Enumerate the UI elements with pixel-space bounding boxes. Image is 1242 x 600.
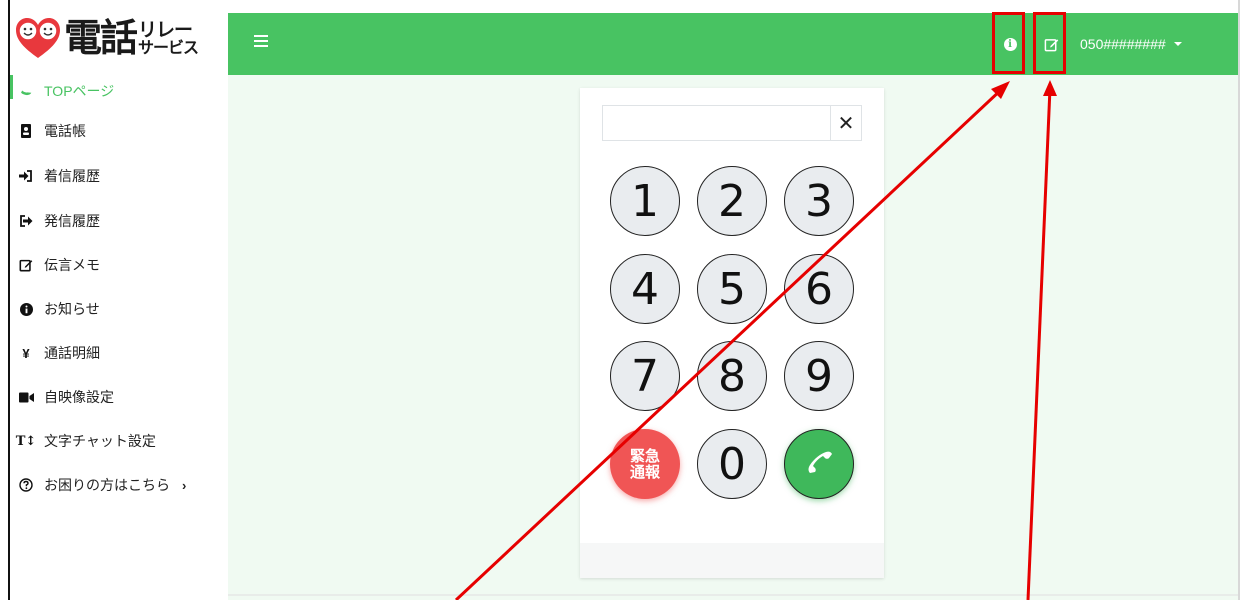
scrollbar-track xyxy=(1238,0,1240,600)
chevron-right-icon: › xyxy=(182,477,187,493)
caret-down-icon xyxy=(1173,42,1182,46)
dial-key-1[interactable]: 1 xyxy=(610,166,680,236)
dial-key-8[interactable]: 8 xyxy=(697,341,767,411)
sidebar-item-label: お困りの方はこちら xyxy=(44,477,170,493)
dialer-panel: ✕ 1 2 3 4 5 6 7 8 9 緊急 通報 0 xyxy=(580,88,884,578)
emergency-label-line2: 通報 xyxy=(629,463,660,481)
emergency-label-line1: 緊急 xyxy=(629,446,660,465)
logo-text-sub-line2: サービス xyxy=(138,37,199,57)
sidebar-item-top[interactable]: TOPページ xyxy=(10,71,228,111)
sidebar-item-label: 着信履歴 xyxy=(44,168,100,184)
logo-text-sub-line1: リレー xyxy=(138,18,193,41)
emergency-label: 緊急 通報 xyxy=(629,446,660,481)
dial-key-2[interactable]: 2 xyxy=(697,166,767,236)
phone-icon xyxy=(18,84,34,98)
logo-text-main: 電話 xyxy=(64,16,138,60)
sidebar-item-label: 発信履歴 xyxy=(44,213,100,229)
sidebar-item-label: 電話帳 xyxy=(44,123,86,139)
sidebar-item-help[interactable]: お困りの方はこちら › xyxy=(10,465,228,505)
main-bottom-border xyxy=(228,594,1238,596)
dial-key-6[interactable]: 6 xyxy=(784,254,854,324)
yen-icon: ¥ xyxy=(22,345,30,361)
sidebar-item-incoming-history[interactable]: 着信履歴 xyxy=(10,156,228,196)
dial-key-7[interactable]: 7 xyxy=(610,341,680,411)
sidebar: TOPページ 電話帳 着信履歴 発信履歴 伝言メモ お知らせ ¥ 通話明細 自映… xyxy=(10,75,228,600)
heart-logo-icon xyxy=(16,18,60,58)
clear-button[interactable]: ✕ xyxy=(830,105,862,141)
account-dropdown[interactable]: 050######## xyxy=(1080,13,1182,75)
sidebar-item-text-chat-settings[interactable]: T↕ 文字チャット設定 xyxy=(10,421,228,461)
phone-number-input[interactable] xyxy=(602,105,830,141)
sidebar-item-label: TOPページ xyxy=(44,83,115,99)
sidebar-item-outgoing-history[interactable]: 発信履歴 xyxy=(10,201,228,241)
sidebar-item-label: 通話明細 xyxy=(44,345,100,361)
hamburger-menu-icon[interactable] xyxy=(254,35,268,49)
question-circle-icon xyxy=(18,478,34,492)
edit-icon xyxy=(18,258,34,272)
address-book-icon xyxy=(18,124,34,138)
call-button[interactable] xyxy=(784,429,854,499)
dial-key-0[interactable]: 0 xyxy=(697,429,767,499)
info-icon xyxy=(18,302,34,316)
phone-icon xyxy=(808,451,832,473)
logo-text-sub: リレー サービス xyxy=(138,18,199,57)
text-height-icon: T↕ xyxy=(15,433,37,449)
top-header: i 050######## xyxy=(228,13,1238,75)
dial-key-4[interactable]: 4 xyxy=(610,254,680,324)
dial-key-5[interactable]: 5 xyxy=(697,254,767,324)
sign-in-icon xyxy=(18,170,34,182)
close-icon: ✕ xyxy=(837,111,855,135)
emergency-call-button[interactable]: 緊急 通報 xyxy=(610,429,680,499)
sidebar-item-label: 自映像設定 xyxy=(44,389,114,405)
dial-key-3[interactable]: 3 xyxy=(784,166,854,236)
annotation-box-info xyxy=(992,12,1025,74)
account-number: 050######## xyxy=(1080,36,1166,52)
sidebar-item-label: お知らせ xyxy=(44,301,100,317)
sidebar-item-label: 文字チャット設定 xyxy=(44,433,156,449)
panel-footer xyxy=(580,543,884,578)
active-indicator xyxy=(10,75,13,99)
app-logo[interactable]: 電話 リレー サービス xyxy=(14,10,224,66)
sidebar-item-video-settings[interactable]: 自映像設定 xyxy=(10,377,228,417)
sidebar-item-voice-memo[interactable]: 伝言メモ xyxy=(10,245,228,285)
sidebar-item-news[interactable]: お知らせ xyxy=(10,289,228,329)
sidebar-item-label: 伝言メモ xyxy=(44,257,100,273)
dial-key-9[interactable]: 9 xyxy=(784,341,854,411)
sign-out-icon xyxy=(18,215,34,227)
annotation-box-edit xyxy=(1033,12,1066,74)
sidebar-item-phonebook[interactable]: 電話帳 xyxy=(10,111,228,151)
sidebar-item-call-details[interactable]: ¥ 通話明細 xyxy=(10,333,228,373)
video-icon xyxy=(18,392,34,403)
